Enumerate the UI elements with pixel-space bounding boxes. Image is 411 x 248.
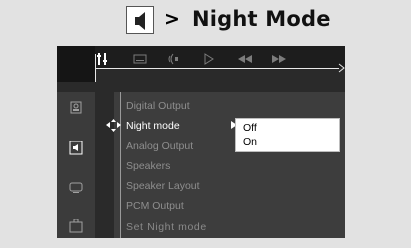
subtitle-icon[interactable] xyxy=(133,51,147,65)
breadcrumb-arrow: > xyxy=(164,8,180,30)
audio-settings-icon xyxy=(126,6,154,34)
night-mode-options-popup: Off On xyxy=(235,118,340,152)
page-header: > Night Mode xyxy=(0,0,411,40)
menu-item-night-mode[interactable]: Night mode xyxy=(126,120,180,132)
top-bar-left-block xyxy=(57,46,95,82)
option-off[interactable]: Off xyxy=(243,122,257,134)
top-bar-divider xyxy=(95,68,339,69)
menu-item-digital-output[interactable]: Digital Output xyxy=(126,100,190,112)
audio-speaker-icon[interactable] xyxy=(67,140,85,155)
top-bar-vertical-divider xyxy=(95,54,96,82)
chevron-right-icon xyxy=(338,63,345,73)
menu-item-pcm-output[interactable]: PCM Output xyxy=(126,200,184,212)
top-icon-bar xyxy=(57,46,345,82)
osd-screen: Digital Output Night mode Analog Output … xyxy=(57,46,345,238)
page-title: Night Mode xyxy=(192,7,331,31)
video-icon[interactable] xyxy=(67,180,85,194)
general-icon[interactable] xyxy=(67,100,85,114)
option-on[interactable]: On xyxy=(243,136,257,148)
menu-item-analog-output[interactable]: Analog Output xyxy=(126,140,193,152)
menu-item-speaker-layout[interactable]: Speaker Layout xyxy=(126,180,200,192)
menu-help-text: Set Night mode xyxy=(126,221,207,233)
setup-icon[interactable] xyxy=(97,51,109,65)
preferences-icon[interactable] xyxy=(67,218,85,233)
menu-item-speakers[interactable]: Speakers xyxy=(126,160,170,172)
play-icon[interactable] xyxy=(203,51,215,65)
rewind-icon[interactable] xyxy=(237,51,253,65)
menu-divider xyxy=(120,92,121,238)
fast-forward-icon[interactable] xyxy=(271,51,287,65)
left-nav xyxy=(57,92,95,238)
audio-icon[interactable] xyxy=(167,51,181,65)
navigation-cursor-icon xyxy=(106,119,121,132)
